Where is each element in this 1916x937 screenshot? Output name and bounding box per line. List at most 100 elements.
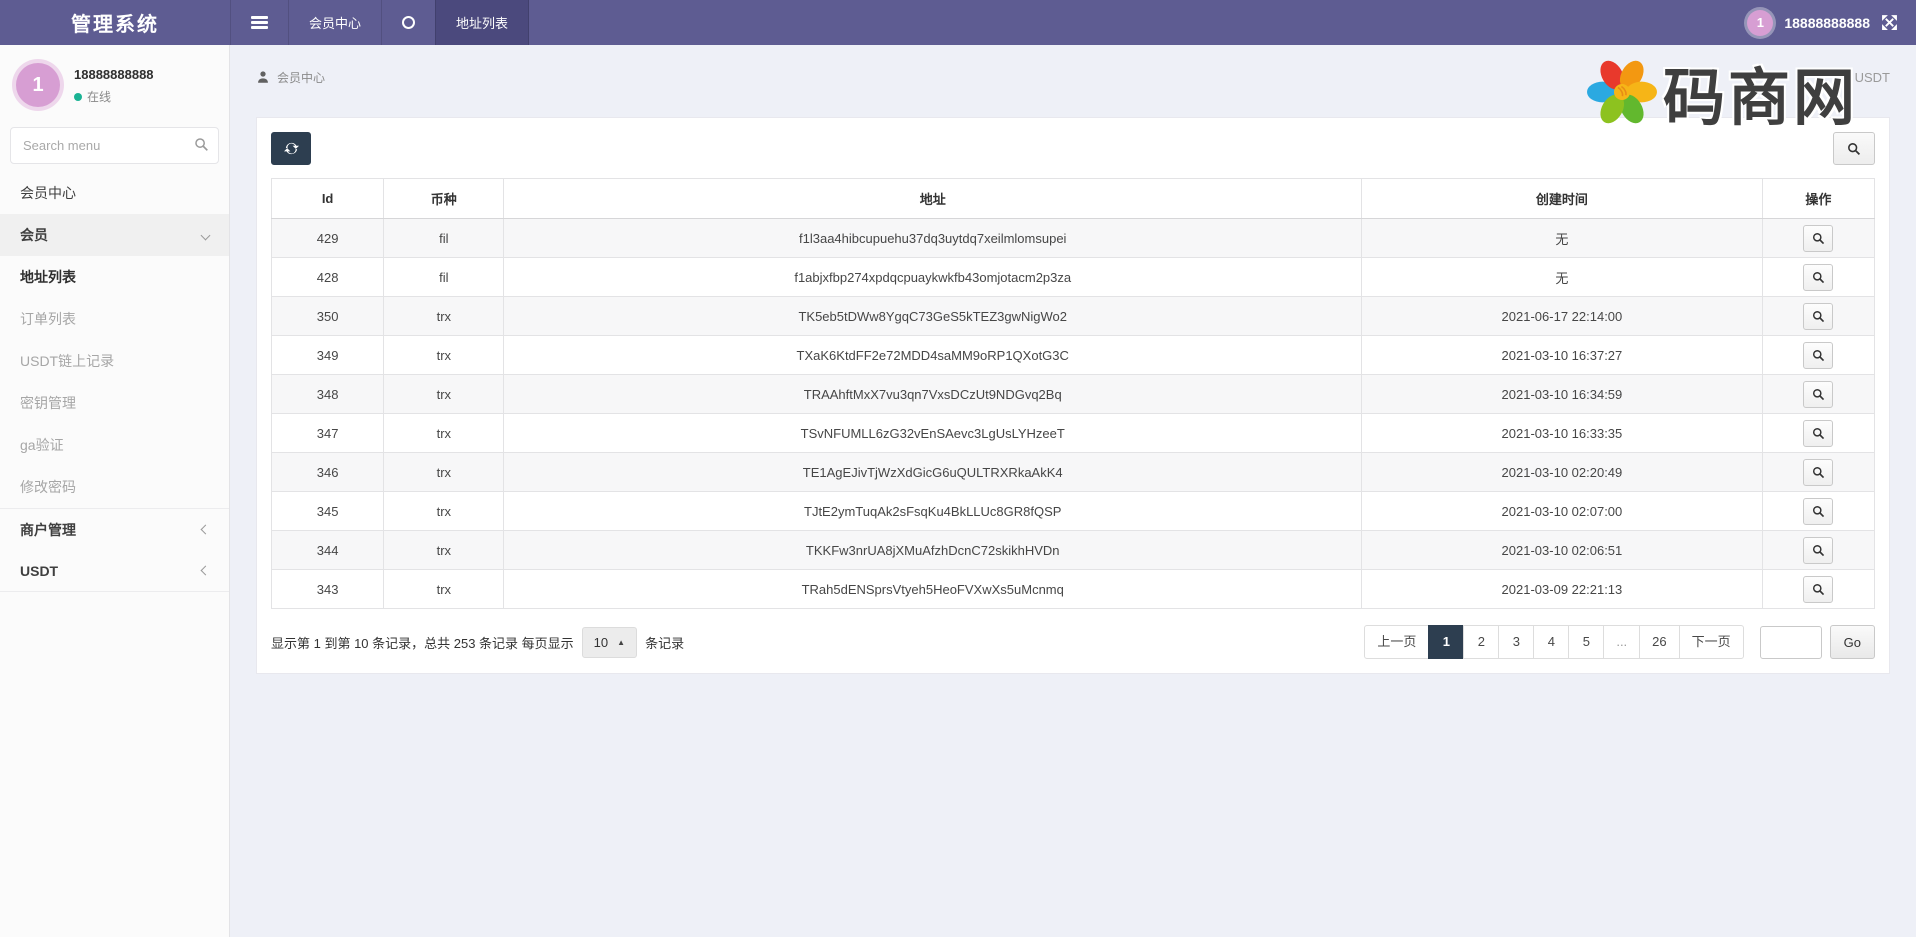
sidebar: 1 18888888888 在线 会员中心会员地址列表订单列表USDT链上记录密…	[0, 45, 230, 937]
sidebar-item-2[interactable]: 地址列表	[0, 256, 229, 298]
fullscreen-icon[interactable]	[1881, 14, 1898, 31]
nav-tab-circle[interactable]	[381, 0, 435, 45]
sidebar-item-3[interactable]: 订单列表	[0, 298, 229, 340]
cell-created: 2021-03-10 16:34:59	[1362, 375, 1763, 414]
view-button[interactable]	[1803, 342, 1833, 369]
user-avatar[interactable]: 1	[1747, 10, 1773, 36]
view-button[interactable]	[1803, 459, 1833, 486]
nav-tab-label: 会员中心	[309, 13, 361, 32]
sidebar-item-label: USDT链上记录	[20, 351, 114, 371]
search-icon	[194, 137, 209, 152]
cell-id: 350	[272, 297, 384, 336]
cell-coin: trx	[384, 336, 504, 375]
cell-address: TRah5dENSprsVtyeh5HeoFVXwXs5uMcnmq	[504, 570, 1362, 609]
table-row: 428filf1abjxfbp274xpdqcpuaykwkfb43omjota…	[272, 258, 1875, 297]
cell-address: TKKFw3nrUA8jXMuAfzhDcnC72skikhHVDn	[504, 531, 1362, 570]
search-icon	[1812, 310, 1825, 323]
pagination-bar: 显示第 1 到第 10 条记录，总共 253 条记录 每页显示 10 ▲ 条记录…	[271, 625, 1875, 659]
page-button-1[interactable]: 1	[1428, 625, 1464, 659]
view-button[interactable]	[1803, 264, 1833, 291]
cell-coin: trx	[384, 297, 504, 336]
column-header: 创建时间	[1362, 179, 1763, 219]
page-button-4[interactable]: 4	[1533, 625, 1569, 659]
sidebar-toggle-button[interactable]	[230, 0, 288, 45]
breadcrumb[interactable]: 会员中心	[277, 69, 325, 86]
search-icon	[1812, 505, 1825, 518]
search-icon	[1812, 232, 1825, 245]
cell-actions	[1762, 570, 1874, 609]
sidebar-item-label: 修改密码	[20, 477, 76, 497]
page-size-select[interactable]: 10 ▲	[582, 627, 637, 658]
sidebar-item-8[interactable]: 商户管理	[0, 508, 229, 550]
chevron-down-icon	[201, 230, 211, 240]
search-icon	[1812, 427, 1825, 440]
table-row: 346trxTE1AgEJivTjWzXdGicG6uQULTRXRkaAkK4…	[272, 453, 1875, 492]
page-ellipsis: ...	[1603, 625, 1640, 659]
cell-address: TSvNFUMLL6zG32vEnSAevc3LgUsLYHzeeT	[504, 414, 1362, 453]
search-icon	[1847, 142, 1861, 156]
sidebar-item-5[interactable]: 密钥管理	[0, 382, 229, 424]
page-button-26[interactable]: 26	[1639, 625, 1679, 659]
cell-actions	[1762, 414, 1874, 453]
page-button-3[interactable]: 3	[1498, 625, 1534, 659]
cell-coin: trx	[384, 453, 504, 492]
cell-address: f1l3aa4hibcupuehu37dq3uytdq7xeilmlomsupe…	[504, 219, 1362, 258]
nav-tab-member-center[interactable]: 会员中心	[288, 0, 381, 45]
goto-page-input[interactable]	[1760, 626, 1822, 659]
sidebar-item-label: 密钥管理	[20, 393, 76, 413]
view-button[interactable]	[1803, 498, 1833, 525]
sidebar-item-label: 会员	[20, 225, 48, 245]
hamburger-icon	[251, 16, 268, 29]
cell-address: TJtE2ymTuqAk2sFsqKu4BkLLUc8GR8fQSP	[504, 492, 1362, 531]
search-input[interactable]	[10, 127, 219, 164]
circle-tab-icon	[402, 16, 415, 29]
sidebar-item-9[interactable]: USDT	[0, 550, 229, 592]
column-header: Id	[272, 179, 384, 219]
sidebar-item-4[interactable]: USDT链上记录	[0, 340, 229, 382]
page-button-2[interactable]: 2	[1463, 625, 1499, 659]
cell-id: 429	[272, 219, 384, 258]
cell-coin: trx	[384, 375, 504, 414]
sidebar-item-6[interactable]: ga验证	[0, 424, 229, 466]
sidebar-item-label: 订单列表	[20, 309, 76, 329]
view-button[interactable]	[1803, 576, 1833, 603]
sidebar-item-7[interactable]: 修改密码	[0, 466, 229, 508]
go-button[interactable]: Go	[1830, 625, 1875, 659]
nav-tab-address-list[interactable]: 地址列表	[435, 0, 529, 45]
user-phone[interactable]: 18888888888	[1784, 15, 1870, 31]
view-button[interactable]	[1803, 225, 1833, 252]
online-dot-icon	[74, 93, 82, 101]
table-row: 345trxTJtE2ymTuqAk2sFsqKu4BkLLUc8GR8fQSP…	[272, 492, 1875, 531]
search-icon	[1812, 349, 1825, 362]
view-button[interactable]	[1803, 420, 1833, 447]
cell-actions	[1762, 219, 1874, 258]
view-button[interactable]	[1803, 537, 1833, 564]
cell-coin: fil	[384, 219, 504, 258]
table-body: 429filf1l3aa4hibcupuehu37dq3uytdq7xeilml…	[272, 219, 1875, 609]
search-icon	[1812, 466, 1825, 479]
column-header: 地址	[504, 179, 1362, 219]
cell-actions	[1762, 258, 1874, 297]
cell-id: 346	[272, 453, 384, 492]
page-button-下一页[interactable]: 下一页	[1679, 625, 1744, 659]
page-button-上一页[interactable]: 上一页	[1364, 625, 1429, 659]
sidebar-item-label: 会员中心	[20, 183, 76, 203]
cell-address: TXaK6KtdFF2e72MDD4saMM9oRP1QXotG3C	[504, 336, 1362, 375]
page-button-5[interactable]: 5	[1568, 625, 1604, 659]
cell-created: 2021-06-17 22:14:00	[1362, 297, 1763, 336]
view-button[interactable]	[1803, 303, 1833, 330]
search-toggle-button[interactable]	[1833, 132, 1875, 165]
sidebar-item-1[interactable]: 会员	[0, 214, 229, 256]
chevron-left-icon	[201, 566, 211, 576]
cell-address: TRAAhftMxX7vu3qn7VxsDCzUt9NDGvq2Bq	[504, 375, 1362, 414]
table-header-row: Id币种地址创建时间操作	[272, 179, 1875, 219]
cell-actions	[1762, 336, 1874, 375]
cell-coin: trx	[384, 492, 504, 531]
view-button[interactable]	[1803, 381, 1833, 408]
cell-actions	[1762, 531, 1874, 570]
address-table: Id币种地址创建时间操作 429filf1l3aa4hibcupuehu37dq…	[271, 178, 1875, 609]
pagination-summary: 显示第 1 到第 10 条记录，总共 253 条记录 每页显示	[271, 633, 574, 652]
sidebar-item-0[interactable]: 会员中心	[0, 172, 229, 214]
refresh-button[interactable]	[271, 132, 311, 165]
cell-address: f1abjxfbp274xpdqcpuaykwkfb43omjotacm2p3z…	[504, 258, 1362, 297]
